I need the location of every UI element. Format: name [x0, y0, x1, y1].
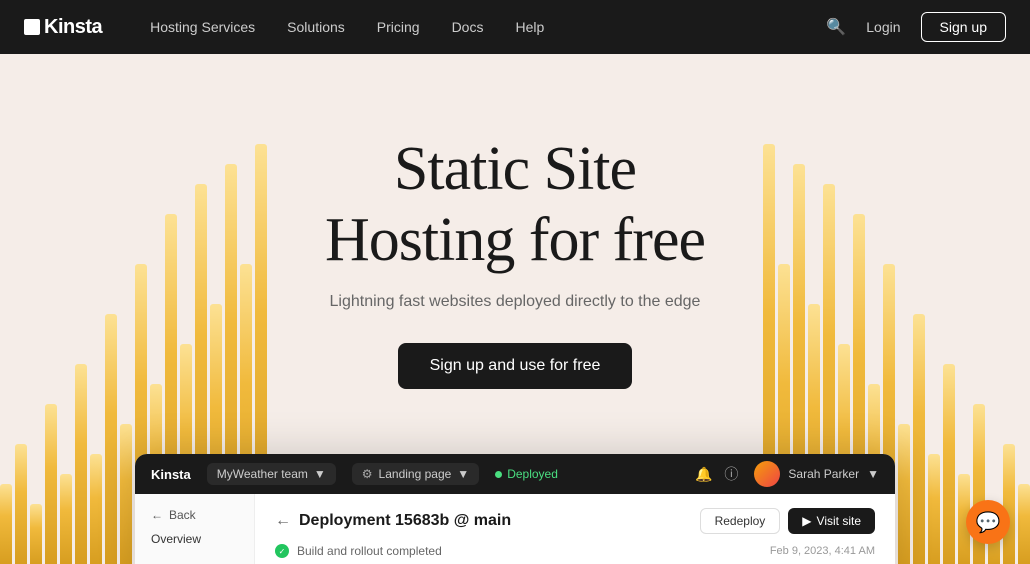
build-date: Feb 9, 2023, 4:41 AM — [770, 545, 875, 557]
visit-label: Visit site — [817, 514, 861, 528]
bar-right-6 — [928, 454, 940, 564]
bar-right-7 — [913, 314, 925, 564]
dashboard-preview: Kinsta MyWeather team ▼ ⚙ Landing page ▼… — [135, 454, 895, 564]
login-link[interactable]: Login — [866, 19, 900, 35]
bar-left-3 — [45, 404, 57, 564]
user-avatar — [754, 461, 780, 487]
bar-left-1 — [15, 444, 27, 564]
hero-content: Static Site Hosting for free Lightning f… — [325, 134, 705, 389]
hero-section: Static Site Hosting for free Lightning f… — [0, 54, 1030, 564]
overview-link[interactable]: Overview — [151, 532, 238, 546]
navigation: Kinsta Hosting Services Solutions Pricin… — [0, 0, 1030, 54]
bar-right-8 — [898, 424, 910, 564]
back-button[interactable]: ← Back — [151, 508, 238, 522]
user-area[interactable]: Sarah Parker ▼ — [754, 461, 879, 487]
bar-right-0 — [1018, 484, 1030, 564]
bar-left-2 — [30, 504, 42, 564]
logo-text: Kinsta — [44, 16, 102, 39]
deploy-title-text: Deployment 15683b @ main — [299, 512, 511, 530]
dashboard-icons: 🔔 ⓘ — [695, 464, 738, 484]
back-arrow-icon: ← — [151, 508, 163, 522]
back-label: Back — [169, 508, 196, 522]
team-selector[interactable]: MyWeather team ▼ — [207, 463, 336, 485]
dashboard-body: ← Back Overview ← Deployment 15683b @ ma… — [135, 494, 895, 564]
dashboard-logo: Kinsta — [151, 467, 191, 482]
chat-widget[interactable]: 💬 — [966, 500, 1010, 544]
build-success-icon — [275, 544, 289, 558]
nav-help[interactable]: Help — [515, 19, 544, 35]
deploy-status-badge: Deployed — [495, 467, 558, 481]
bar-right-1 — [1003, 444, 1015, 564]
bar-left-0 — [0, 484, 12, 564]
hero-title-line2: Hosting for free — [325, 206, 705, 274]
help-icon[interactable]: ⓘ — [724, 464, 738, 484]
hero-cta-button[interactable]: Sign up and use for free — [398, 343, 633, 389]
visit-icon: ▶ — [802, 514, 811, 528]
dashboard-topbar: Kinsta MyWeather team ▼ ⚙ Landing page ▼… — [135, 454, 895, 494]
bell-icon[interactable]: 🔔 — [695, 466, 712, 483]
team-chevron-icon: ▼ — [314, 467, 326, 481]
chat-icon: 💬 — [976, 510, 1001, 535]
bar-left-5 — [75, 364, 87, 564]
bar-right-5 — [943, 364, 955, 564]
signup-button[interactable]: Sign up — [921, 12, 1006, 42]
user-name: Sarah Parker — [788, 467, 859, 481]
page-chevron-icon: ▼ — [457, 467, 469, 481]
hero-title: Static Site Hosting for free — [325, 134, 705, 277]
nav-right: 🔍 Login Sign up — [826, 12, 1006, 42]
hero-subtitle: Lightning fast websites deployed directl… — [330, 293, 701, 311]
nav-hosting-services[interactable]: Hosting Services — [150, 19, 255, 35]
logo-square — [24, 19, 40, 35]
page-name: Landing page — [379, 467, 452, 481]
redeploy-button[interactable]: Redeploy — [700, 508, 781, 534]
logo[interactable]: Kinsta — [24, 16, 102, 39]
dashboard-main: ← Deployment 15683b @ main Redeploy ▶ Vi… — [255, 494, 895, 564]
deploy-arrow-icon: ← — [275, 512, 291, 530]
team-name: MyWeather team — [217, 467, 308, 481]
deploy-title: ← Deployment 15683b @ main — [275, 512, 511, 530]
page-icon: ⚙ — [362, 467, 373, 481]
nav-pricing[interactable]: Pricing — [377, 19, 420, 35]
bar-left-4 — [60, 474, 72, 564]
hero-title-line1: Static Site — [394, 135, 636, 203]
bar-left-8 — [120, 424, 132, 564]
user-chevron-icon: ▼ — [867, 467, 879, 481]
nav-solutions[interactable]: Solutions — [287, 19, 345, 35]
visit-site-button[interactable]: ▶ Visit site — [788, 508, 875, 534]
dashboard-sidebar: ← Back Overview — [135, 494, 255, 564]
deploy-header: ← Deployment 15683b @ main Redeploy ▶ Vi… — [275, 508, 875, 534]
nav-docs[interactable]: Docs — [452, 19, 484, 35]
deploy-actions: Redeploy ▶ Visit site — [700, 508, 875, 534]
status-text: Deployed — [507, 467, 558, 481]
status-dot — [495, 471, 502, 478]
bar-left-6 — [90, 454, 102, 564]
build-info: Build and rollout completed Feb 9, 2023,… — [275, 544, 875, 558]
search-icon[interactable]: 🔍 — [826, 17, 846, 37]
bar-left-7 — [105, 314, 117, 564]
build-text: Build and rollout completed — [297, 544, 442, 558]
nav-links: Hosting Services Solutions Pricing Docs … — [150, 19, 826, 35]
page-selector[interactable]: ⚙ Landing page ▼ — [352, 463, 479, 485]
